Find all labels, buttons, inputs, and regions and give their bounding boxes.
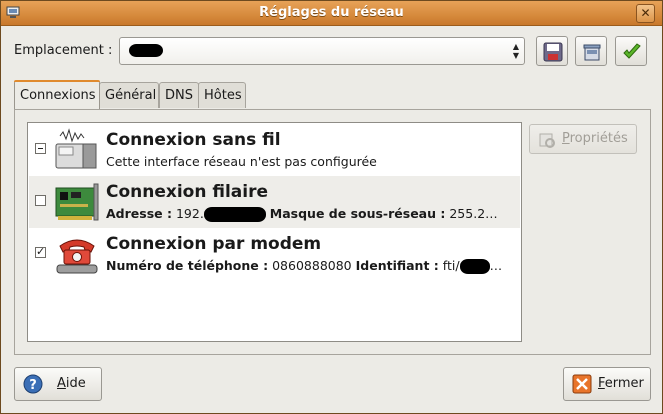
tab-connexions[interactable]: Connexions <box>14 80 100 109</box>
properties-button[interactable]: Propriétés <box>529 124 637 154</box>
wired-enable-checkbox[interactable] <box>35 195 46 206</box>
telephone-modem-icon <box>56 239 98 274</box>
phone-value: 0860888080 <box>272 258 352 273</box>
close-button[interactable]: Fermer <box>563 367 651 401</box>
properties-label: Propriétés <box>562 131 628 146</box>
address-label: Adresse : <box>106 206 172 221</box>
mask-value: 255.2… <box>449 206 498 221</box>
tab-hotes[interactable]: Hôtes <box>198 82 246 108</box>
wired-connection-details: Adresse : 192. Masque de sous-réseau : 2… <box>106 206 498 222</box>
location-label: Emplacement : <box>14 43 113 58</box>
save-location-button[interactable] <box>536 36 568 66</box>
properties-icon <box>539 133 555 148</box>
redacted-identifier <box>459 259 490 274</box>
help-button[interactable]: ? Aide <box>14 367 102 401</box>
modem-enable-checkbox[interactable]: ✓ <box>35 245 46 258</box>
close-label: Fermer <box>598 376 644 391</box>
svg-text:?: ? <box>29 378 37 393</box>
ethernet-card-icon <box>55 183 99 221</box>
title-bar[interactable]: Réglages du réseau ✕ <box>1 1 662 26</box>
wireless-connection-name: Connexion sans fil <box>106 130 281 150</box>
wireless-enable-checkbox[interactable] <box>35 143 46 154</box>
address-value: 192. <box>175 206 204 221</box>
tab-general[interactable]: Général <box>99 82 159 108</box>
redacted-location-value <box>129 44 163 57</box>
wired-connection-name: Connexion filaire <box>106 182 269 202</box>
location-combo[interactable]: ▲ ▼ <box>119 37 525 65</box>
help-label: Aide <box>57 376 86 391</box>
combo-arrows-icon: ▲ ▼ <box>512 42 519 60</box>
mask-label: Masque de sous-réseau : <box>269 206 446 221</box>
tab-dns[interactable]: DNS <box>159 82 199 108</box>
help-icon: ? <box>23 374 43 394</box>
redacted-address <box>203 207 266 222</box>
network-settings-window: Réglages du réseau ✕ Emplacement : ▲ ▼ Co… <box>0 0 663 414</box>
modem-connection-details: Numéro de téléphone : 0860888080 Identif… <box>106 258 502 274</box>
modem-connection-name: Connexion par modem <box>106 234 322 254</box>
connections-list[interactable]: Connexion sans fil Cette interface résea… <box>27 122 522 342</box>
connection-row-wired[interactable]: Connexion filaire Adresse : 192. Masque … <box>29 176 520 228</box>
delete-location-button[interactable] <box>575 36 607 66</box>
connection-row-wireless[interactable]: Connexion sans fil Cette interface résea… <box>29 124 520 176</box>
identifier-ellipsis: … <box>489 258 503 273</box>
wireless-connection-status: Cette interface réseau n'est pas configu… <box>106 154 377 169</box>
floppy-disk-icon <box>543 42 563 62</box>
identifier-label: Identifiant : <box>355 258 439 273</box>
connection-row-modem[interactable]: ✓ Connexion par modem Numéro de téléphon… <box>29 228 520 280</box>
apply-location-button[interactable] <box>615 36 647 66</box>
identifier-value: fti/ <box>442 258 460 273</box>
checkmark-icon <box>623 43 641 59</box>
wireless-card-icon <box>55 128 97 169</box>
trash-icon <box>583 44 601 61</box>
close-icon <box>572 374 592 394</box>
phone-label: Numéro de téléphone : <box>106 258 269 273</box>
window-close-button[interactable]: ✕ <box>636 4 655 23</box>
window-title: Réglages du réseau <box>259 5 404 20</box>
